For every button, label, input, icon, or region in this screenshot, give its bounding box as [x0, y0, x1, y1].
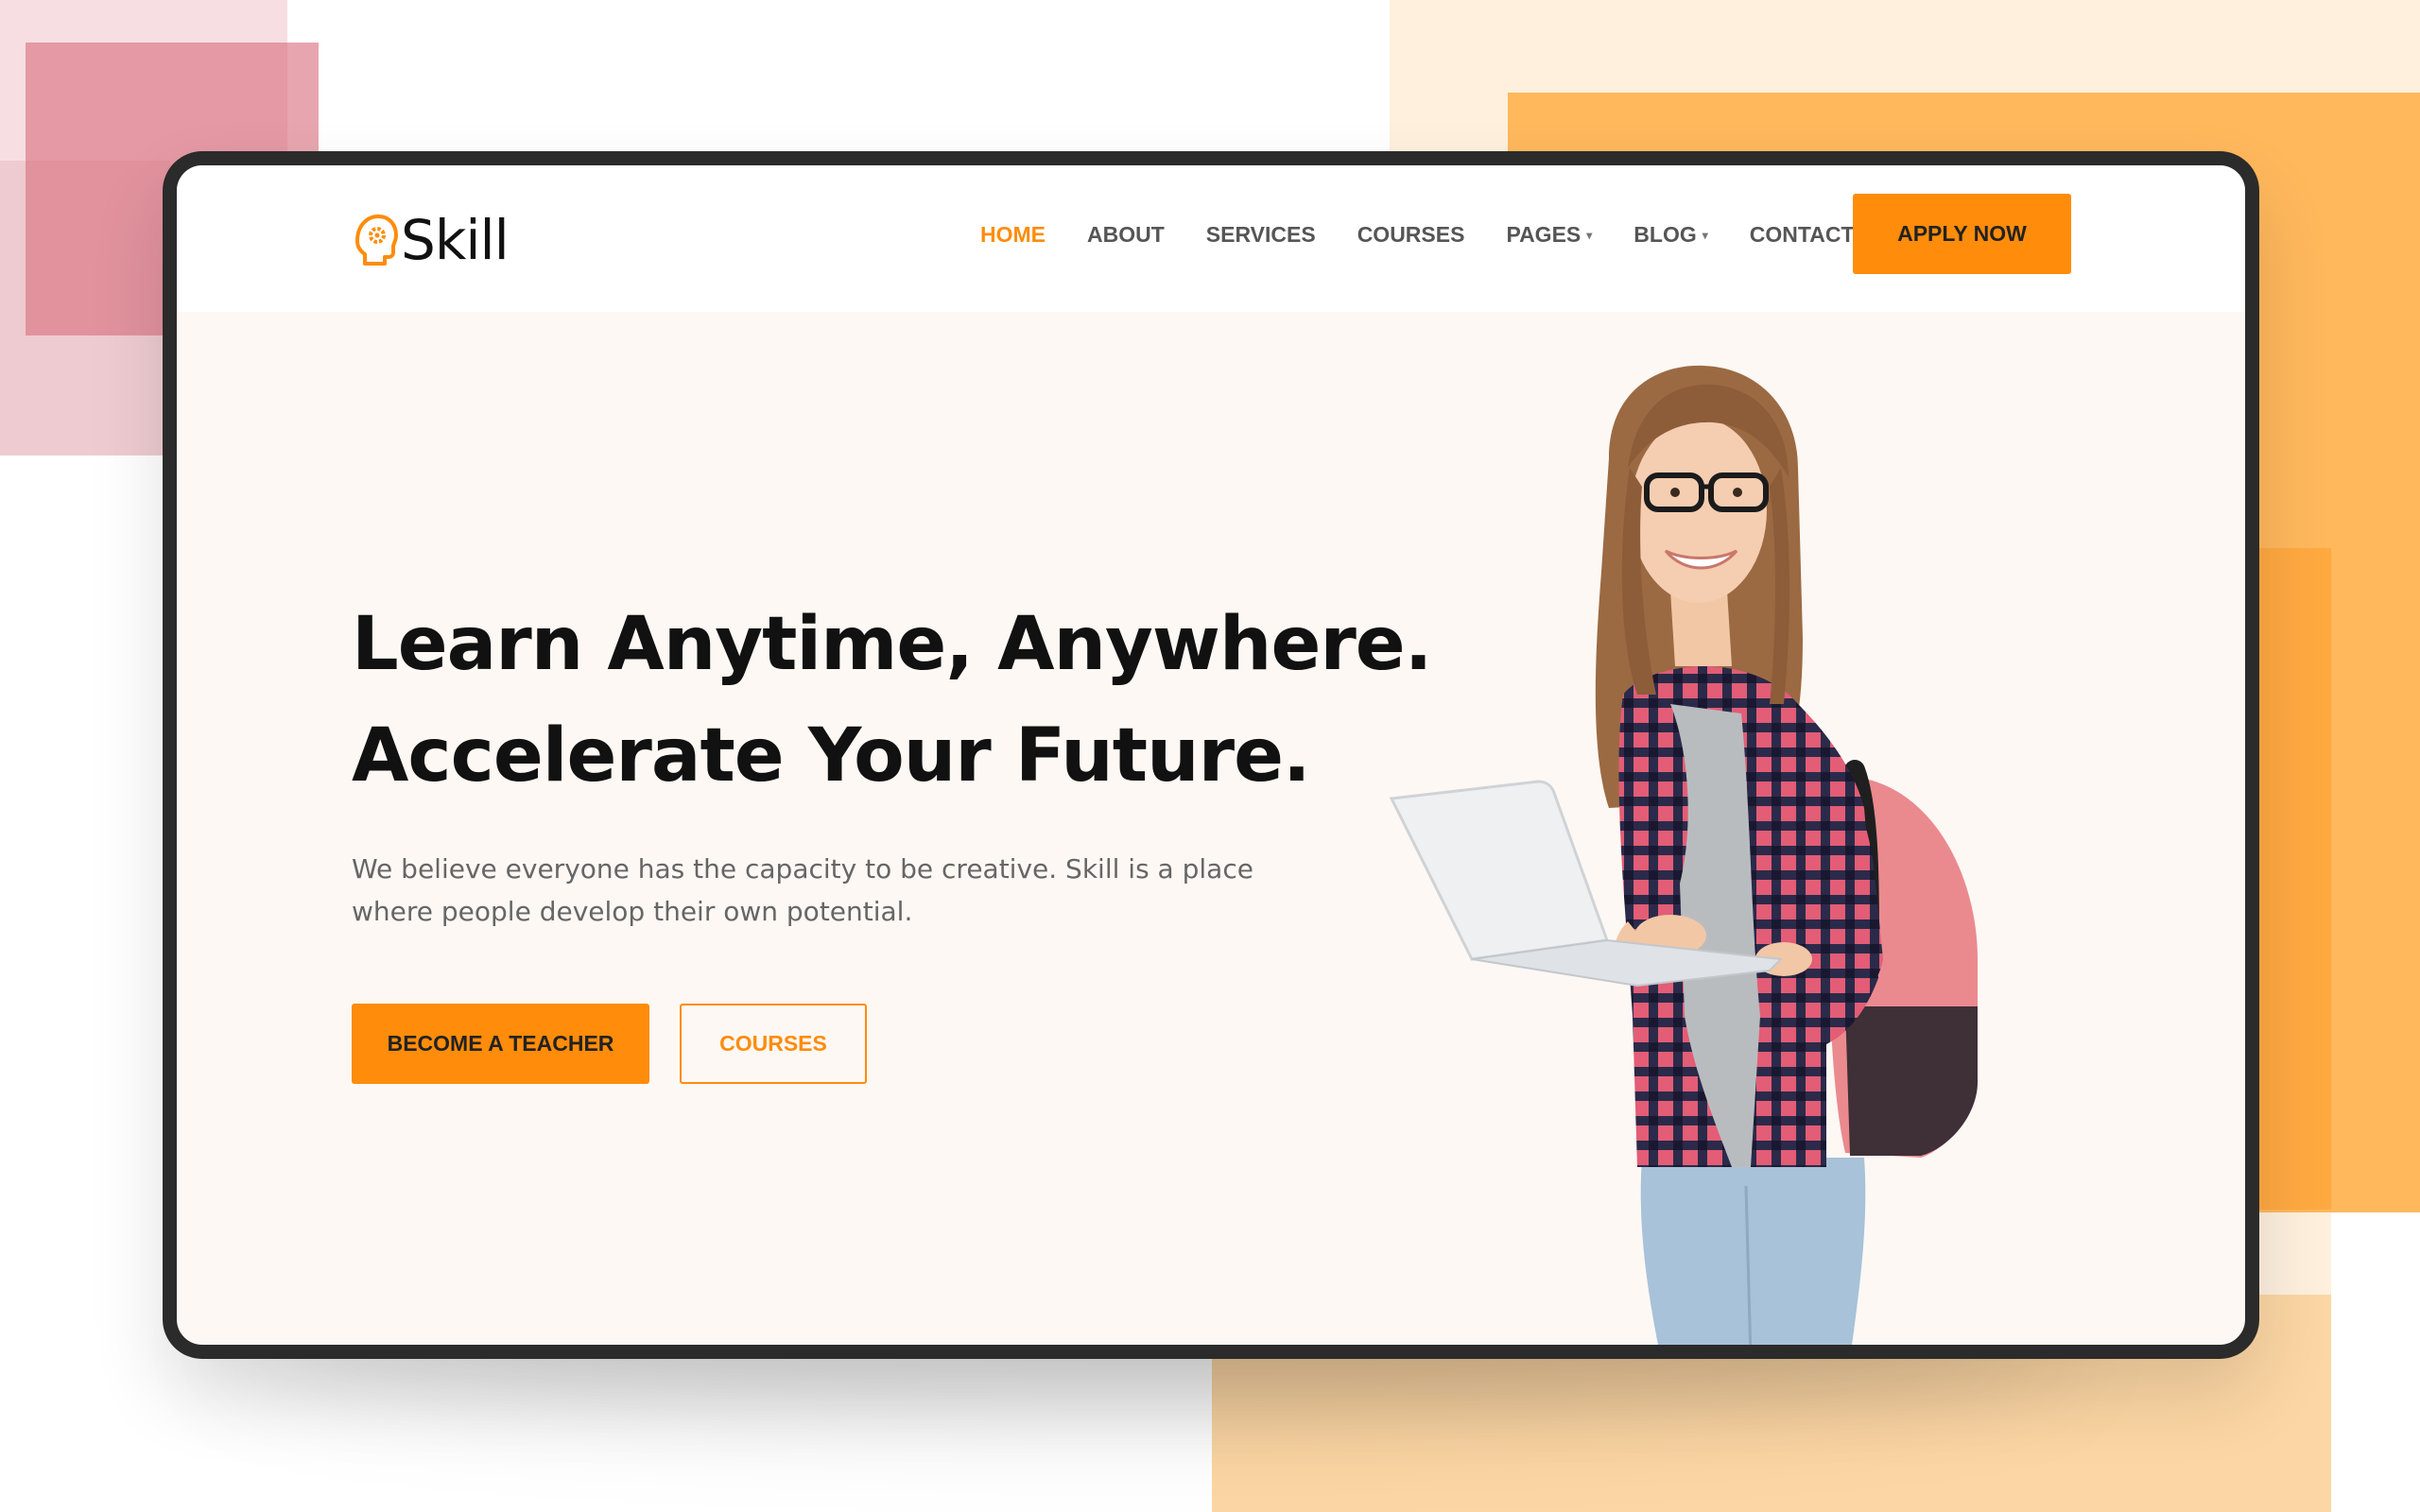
main-nav: HOME ABOUT SERVICES COURSES PAGES ▾ BLOG…: [980, 222, 1855, 248]
nav-item-about[interactable]: ABOUT: [1087, 222, 1165, 248]
hero-title-line-2: Accelerate Your Future.: [352, 713, 1311, 799]
hero-title: Learn Anytime, Anywhere. Accelerate Your…: [352, 589, 1432, 812]
device-frame: Skill HOME ABOUT SERVICES COURSES PAGES …: [163, 151, 2259, 1359]
courses-button[interactable]: COURSES: [680, 1004, 867, 1084]
become-teacher-button[interactable]: BECOME A TEACHER: [352, 1004, 649, 1084]
decor-orange-strip: [2259, 548, 2331, 1210]
brand-name: Skill: [401, 208, 510, 272]
nav-item-pages[interactable]: PAGES ▾: [1506, 222, 1592, 248]
nav-item-blog[interactable]: BLOG ▾: [1634, 222, 1707, 248]
logo[interactable]: Skill: [352, 208, 510, 272]
decor-white-block: [2331, 1212, 2420, 1512]
caret-down-icon: ▾: [1702, 228, 1708, 242]
hero-title-line-1: Learn Anytime, Anywhere.: [352, 602, 1432, 687]
nav-item-label: ABOUT: [1087, 222, 1165, 247]
nav-item-label: BLOG: [1634, 222, 1697, 247]
nav-item-contact[interactable]: CONTACT: [1750, 222, 1855, 248]
nav-item-label: CONTACT: [1749, 222, 1855, 247]
student-hero-image: [1389, 365, 1978, 1345]
caret-down-icon: ▾: [1586, 228, 1593, 242]
nav-item-label: COURSES: [1357, 222, 1465, 247]
nav-item-label: SERVICES: [1205, 222, 1316, 247]
apply-now-button[interactable]: APPLY NOW: [1853, 194, 2071, 274]
nav-item-home[interactable]: HOME: [980, 222, 1046, 248]
hero-description: We believe everyone has the capacity to …: [352, 853, 1253, 927]
head-gear-icon: [355, 215, 398, 266]
nav-item-services[interactable]: SERVICES: [1206, 222, 1316, 248]
nav-item-label: HOME: [980, 222, 1046, 247]
nav-item-courses[interactable]: COURSES: [1357, 222, 1465, 248]
site-header: Skill HOME ABOUT SERVICES COURSES PAGES …: [177, 165, 2245, 312]
nav-item-label: PAGES: [1506, 222, 1582, 247]
